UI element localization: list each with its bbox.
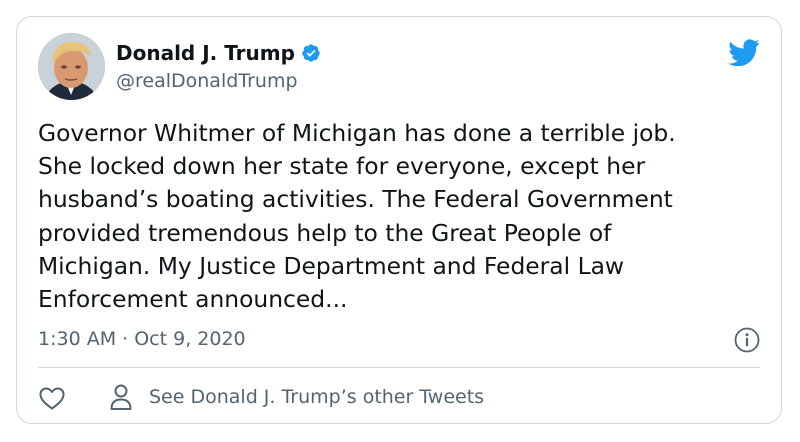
profile-photo — [38, 33, 105, 100]
tweet-card: Donald J. Trump @realDonaldTrump Governo… — [16, 16, 782, 424]
heart-icon[interactable] — [38, 385, 66, 411]
tweet-text-line: provided tremendous help to the Great Pe… — [38, 218, 612, 247]
author-handle[interactable]: @realDonaldTrump — [116, 69, 298, 93]
see-other-tweets-label[interactable]: See Donald J. Trump’s other Tweets — [149, 383, 484, 411]
verified-badge-icon — [302, 44, 320, 62]
info-icon[interactable] — [734, 327, 760, 353]
see-other-tweets-link[interactable]: See Donald J. Trump’s other Tweets — [109, 383, 484, 411]
tweet-text-line: husband’s boating activities. The Federa… — [38, 185, 673, 214]
author-name-row[interactable]: Donald J. Trump — [116, 41, 321, 65]
tweet-text: Governor Whitmer of Michigan has done a … — [38, 117, 766, 316]
author-name[interactable]: Donald J. Trump — [116, 41, 295, 65]
tweet-text-line: Governor Whitmer of Michigan has done a … — [38, 119, 676, 147]
tweet-text-line: Enforcement announced... — [38, 285, 348, 314]
divider — [38, 367, 760, 368]
tweet-text-line: She locked down her state for everyone, … — [38, 152, 646, 181]
tweet-text-line: Michigan. My Justice Department and Fede… — [38, 251, 625, 280]
person-icon — [110, 384, 132, 410]
twitter-bird-icon[interactable] — [728, 39, 760, 66]
avatar[interactable] — [38, 33, 105, 100]
tweet-timestamp[interactable]: 1:30 AM · Oct 9, 2020 — [38, 327, 246, 351]
